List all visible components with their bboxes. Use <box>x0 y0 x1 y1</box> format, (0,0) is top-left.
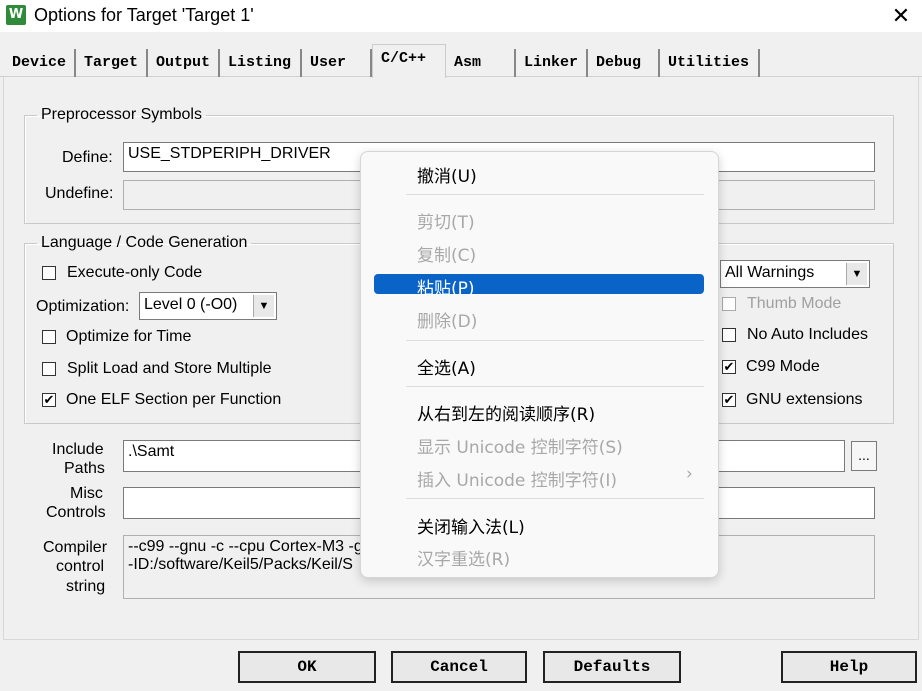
tab-utilities[interactable]: Utilities <box>660 49 760 77</box>
browse-button[interactable]: ... <box>851 441 877 471</box>
misc-controls-label-1: Misc <box>70 485 103 502</box>
context-menu: 撤消(U) 剪切(T) 复制(C) 粘贴(P) 删除(D) 全选(A) 从右到左… <box>360 151 719 578</box>
help-button[interactable]: Help <box>781 651 917 683</box>
menu-separator <box>406 498 704 499</box>
split-load-label: Split Load and Store Multiple <box>67 360 272 377</box>
compiler-string-label-3: string <box>66 578 106 595</box>
warnings-value: All Warnings <box>725 264 815 281</box>
menu-item-undo[interactable]: 撤消(U) <box>417 162 477 187</box>
window-title: Options for Target 'Target 1' <box>34 5 254 25</box>
include-paths-label-1: Include <box>52 441 104 458</box>
menu-item-rtl-reading[interactable]: 从右到左的阅读顺序(R) <box>417 400 595 425</box>
misc-controls-label-2: Controls <box>46 504 106 521</box>
tab-listing[interactable]: Listing <box>220 49 302 77</box>
one-elf-label: One ELF Section per Function <box>66 391 282 408</box>
tab-linker[interactable]: Linker <box>516 49 588 77</box>
define-label: Define: <box>62 149 113 166</box>
menu-separator <box>406 386 704 387</box>
optimization-select[interactable]: Level 0 (-O0) ▼ <box>139 292 277 320</box>
optimize-time-checkbox[interactable] <box>42 330 56 344</box>
tab-asm[interactable]: Asm <box>446 49 516 77</box>
c99-mode-label: C99 Mode <box>746 358 820 375</box>
chevron-down-icon: ▼ <box>253 295 274 317</box>
thumb-mode-label: Thumb Mode <box>747 295 842 312</box>
execute-only-checkbox[interactable] <box>42 266 56 280</box>
chevron-right-icon: › <box>686 464 693 484</box>
menu-item-close-ime[interactable]: 关闭输入法(L) <box>417 513 525 538</box>
warnings-select[interactable]: All Warnings ▼ <box>720 260 870 288</box>
menu-item-show-unicode[interactable]: 显示 Unicode 控制字符(S) <box>417 433 623 458</box>
menu-item-delete[interactable]: 删除(D) <box>417 307 477 332</box>
tab-output[interactable]: Output <box>148 49 220 77</box>
language-legend: Language / Code Generation <box>41 234 248 251</box>
compiler-string-label-2: control <box>56 558 105 575</box>
gnu-ext-label: GNU extensions <box>746 391 863 408</box>
gnu-ext-checkbox[interactable]: ✔ <box>722 393 736 407</box>
menu-separator <box>406 340 704 341</box>
tab-target[interactable]: Target <box>76 49 148 77</box>
menu-item-copy[interactable]: 复制(C) <box>417 241 476 266</box>
no-auto-includes-checkbox[interactable] <box>722 328 736 342</box>
tab-c-cpp[interactable]: C/C++ <box>372 44 446 78</box>
menu-item-paste[interactable]: 粘贴(P) <box>417 274 475 299</box>
menu-separator <box>406 194 704 195</box>
compiler-string-label-1: Compiler <box>43 539 108 556</box>
defaults-button[interactable]: Defaults <box>543 651 681 683</box>
split-load-checkbox[interactable] <box>42 362 56 376</box>
tab-device[interactable]: Device <box>4 49 76 77</box>
include-paths-label-2: Paths <box>64 460 105 477</box>
execute-only-label: Execute-only Code <box>67 264 203 281</box>
menu-item-select-all[interactable]: 全选(A) <box>417 354 476 379</box>
menu-item-cut[interactable]: 剪切(T) <box>417 208 475 233</box>
undefine-label: Undefine: <box>45 185 114 202</box>
c99-mode-checkbox[interactable]: ✔ <box>722 360 736 374</box>
optimization-value: Level 0 (-O0) <box>144 296 238 313</box>
preprocessor-legend: Preprocessor Symbols <box>41 106 202 123</box>
thumb-mode-checkbox[interactable] <box>722 297 736 311</box>
tab-user[interactable]: User <box>302 49 372 77</box>
close-icon[interactable]: ✕ <box>886 2 916 30</box>
menu-item-insert-unicode[interactable]: 插入 Unicode 控制字符(I) <box>417 466 617 491</box>
no-auto-includes-label: No Auto Includes <box>747 326 868 343</box>
cancel-button[interactable]: Cancel <box>391 651 527 683</box>
menu-item-reconvert[interactable]: 汉字重选(R) <box>417 545 510 570</box>
ok-button[interactable]: OK <box>238 651 376 683</box>
tab-debug[interactable]: Debug <box>588 49 660 77</box>
optimization-label: Optimization: <box>36 298 130 315</box>
optimize-time-label: Optimize for Time <box>66 328 192 345</box>
app-icon: W <box>6 5 26 25</box>
chevron-down-icon: ▼ <box>846 263 867 285</box>
one-elf-checkbox[interactable]: ✔ <box>42 393 56 407</box>
